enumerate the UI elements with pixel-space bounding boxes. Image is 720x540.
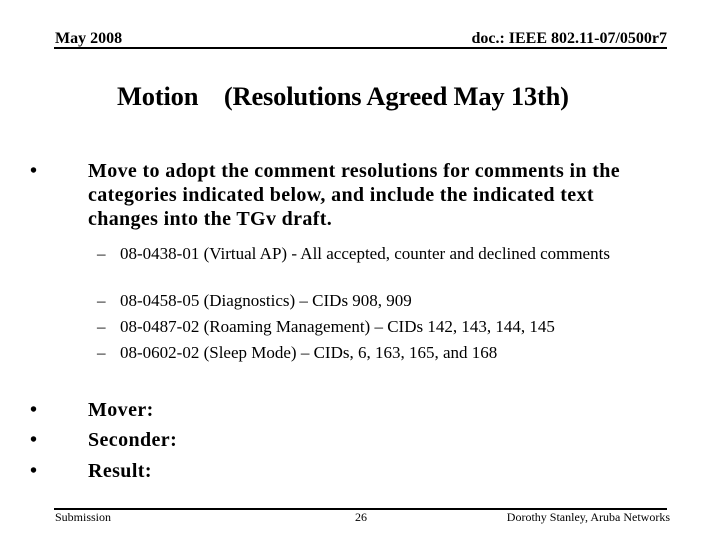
bullet-icon: •	[30, 399, 38, 421]
slide-title: Motion (Resolutions Agreed May 13th)	[117, 81, 569, 111]
bullet-icon: •	[30, 460, 38, 482]
sub-item-text: 08-0438-01 (Virtual AP) - All accepted, …	[120, 244, 610, 263]
footer-author: Dorothy Stanley, Aruba Networks	[506, 510, 670, 524]
page-number: 26	[355, 510, 367, 524]
header-doc-id: doc.: IEEE 802.11-07/0500r7	[471, 30, 667, 47]
dash-icon: –	[97, 291, 106, 310]
header-date: May 2008	[55, 30, 123, 47]
seconder-label: Seconder:	[88, 429, 178, 451]
dash-icon: –	[97, 317, 106, 336]
sub-item-text: 08-0458-05 (Diagnostics) – CIDs 908, 909	[120, 291, 412, 310]
slide: May 2008 doc.: IEEE 802.11-07/0500r7 Mot…	[0, 0, 720, 540]
result-label: Result:	[88, 460, 152, 482]
sub-item-text: 08-0487-02 (Roaming Management) – CIDs 1…	[120, 317, 555, 336]
bullet-icon: •	[30, 160, 38, 182]
dash-icon: –	[97, 244, 106, 263]
mover-label: Mover:	[88, 399, 154, 421]
dash-icon: –	[97, 343, 106, 362]
motion-text: Move to adopt the comment resolutions fo…	[88, 160, 620, 230]
sub-item-text: 08-0602-02 (Sleep Mode) – CIDs, 6, 163, …	[120, 343, 498, 362]
header-divider	[54, 47, 667, 49]
footer-submission: Submission	[55, 510, 112, 524]
bullet-icon: •	[30, 429, 38, 451]
